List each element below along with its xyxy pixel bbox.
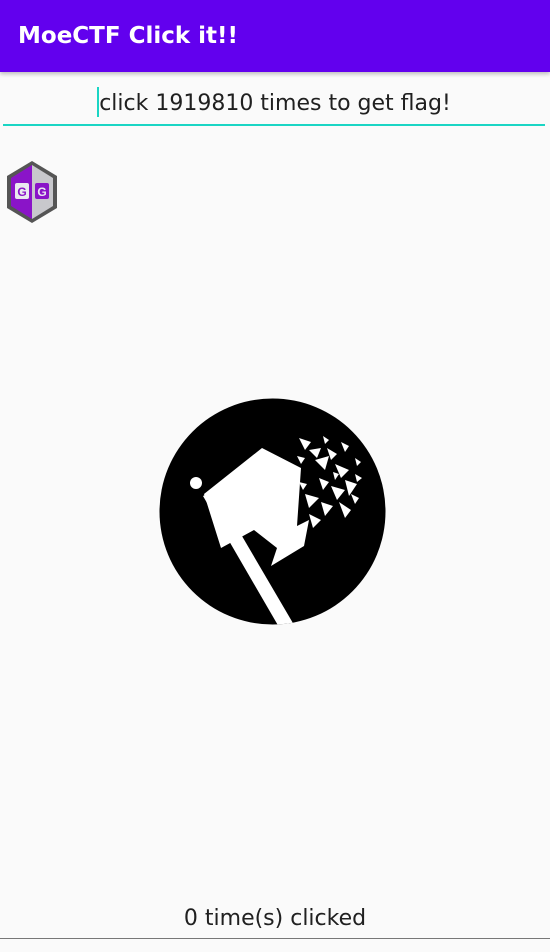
input-value: click 1919810 times to get flag! [99,91,451,116]
gg-letter-right: G [37,185,46,199]
app-title: MoeCTF Click it!! [18,23,239,49]
click-counter: 0 time(s) clicked [183,906,367,931]
game-guardian-icon: G G [7,161,57,223]
flag-click-button[interactable] [159,398,386,625]
game-guardian-floating-icon[interactable]: G G [4,159,60,225]
flag-hint-input[interactable]: click 1919810 times to get flag! [3,84,545,126]
bottom-divider [0,938,550,939]
flag-icon [159,398,386,625]
gg-letter-left: G [17,185,26,199]
app-bar: MoeCTF Click it!! [0,0,550,72]
text-cursor [97,87,100,117]
flag-hint-input-text: click 1919810 times to get flag! [3,84,545,124]
